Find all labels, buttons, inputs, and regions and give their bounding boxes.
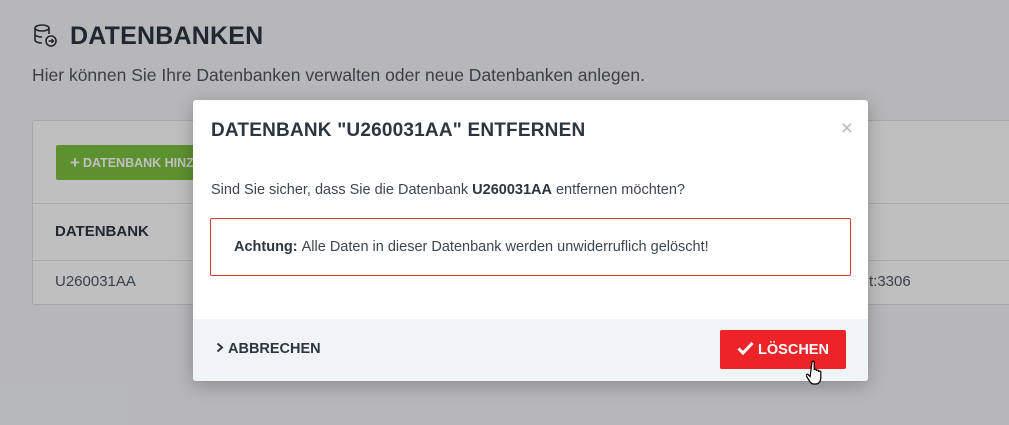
dialog-footer: ABBRECHEN LÖSCHEN [193,319,868,381]
warning-box: Achtung: Alle Daten in dieser Datenbank … [210,218,851,276]
question-database-name: U260031AA [472,182,552,198]
delete-database-dialog: DATENBANK "U260031AA" ENTFERNEN × Sind S… [193,100,868,381]
warning-label: Achtung: [234,239,298,255]
close-icon[interactable]: × [841,117,853,141]
hand-pointer-icon [805,360,826,386]
dialog-title: DATENBANK "U260031AA" ENTFERNEN [211,120,586,141]
chevron-right-icon [216,340,224,357]
cancel-button[interactable]: ABBRECHEN [216,340,321,357]
cancel-label: ABBRECHEN [228,340,321,357]
check-icon [737,340,754,360]
dialog-question: Sind Sie sicher, dass Sie die Datenbank … [211,182,685,198]
warning-text: Alle Daten in dieser Datenbank werden un… [301,239,709,255]
question-suffix: entfernen möchten? [551,182,685,198]
delete-button[interactable]: LÖSCHEN [720,330,846,369]
delete-label: LÖSCHEN [758,341,829,358]
question-prefix: Sind Sie sicher, dass Sie die Datenbank [211,182,473,198]
